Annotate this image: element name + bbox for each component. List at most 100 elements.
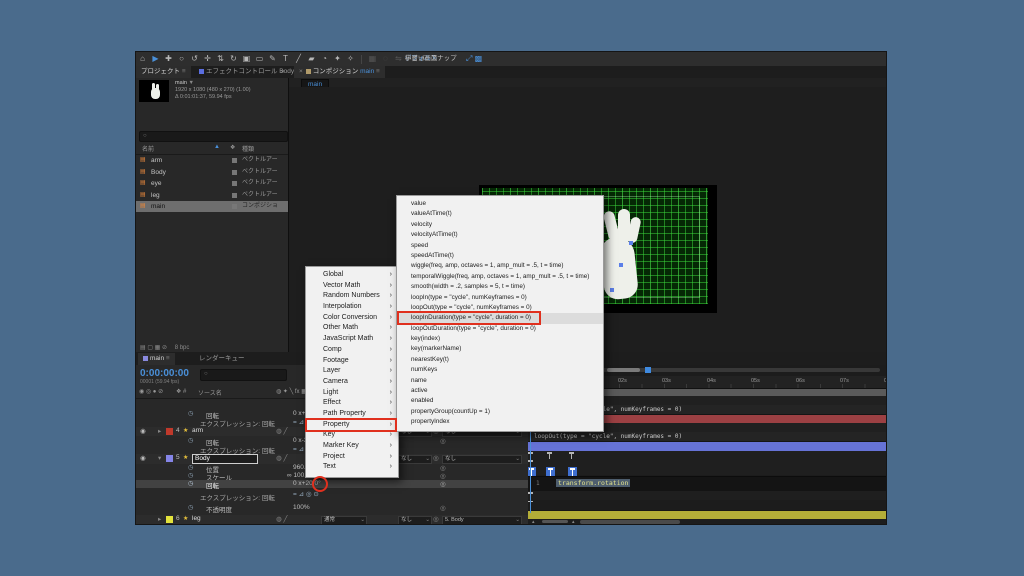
parent-pickwhip-icon[interactable]: ◎ [433, 515, 439, 523]
timeline-nav-thumb[interactable] [607, 368, 640, 372]
parent-dropdown[interactable]: 5. Body [442, 516, 522, 524]
expression-text[interactable]: loopOut(type = "cycle", numKeyframes = 0… [534, 433, 682, 440]
menu-item[interactable]: loopOut(type = "cycle", numKeyframes = 0… [397, 303, 603, 313]
layer-switches[interactable]: ◍ ╱ [276, 515, 287, 523]
tool-icon[interactable]: ✧ [344, 52, 357, 66]
timeline-panel-menu-icon[interactable]: ≡ [166, 355, 170, 362]
layer-switches[interactable]: ◍ ╱ [276, 454, 287, 462]
tool-icon[interactable]: ▶ [149, 52, 162, 66]
menu-item[interactable]: key(markerName) [397, 344, 603, 354]
layer-name-edit-field[interactable]: Body [192, 454, 258, 464]
tab-project[interactable]: プロジェクト ≡ [136, 66, 191, 78]
property-pickwhip-icon[interactable]: ◎ [440, 472, 446, 480]
selected-keyframe-icon[interactable] [546, 467, 555, 476]
tool-icon[interactable]: ✎ [266, 52, 279, 66]
tab-render-queue[interactable]: レンダーキュー [194, 353, 250, 365]
property-pickwhip-icon[interactable]: ◎ [440, 504, 446, 512]
menu-item[interactable]: Marker Key [306, 441, 398, 452]
property-pickwhip-icon[interactable]: ◎ [440, 464, 446, 472]
menu-item[interactable]: Path Property [306, 409, 398, 420]
horizontal-scrollbar-thumb[interactable] [580, 520, 680, 524]
workspace-grid-icon[interactable]: ⤢ ▩ [466, 52, 482, 66]
project-item-row[interactable]: ▤ Body ベクトルアー [136, 167, 288, 178]
twirl-icon[interactable]: ▾ [158, 454, 161, 462]
stopwatch-icon[interactable]: ◷ [188, 437, 193, 444]
stopwatch-icon[interactable]: ◷ [188, 464, 193, 471]
project-item-row[interactable]: ▤ arm ベクトルアー [136, 155, 288, 166]
panel-menu-icon[interactable]: ≡ [182, 68, 186, 75]
eye-icon[interactable]: ◉ [140, 427, 146, 435]
menu-item[interactable]: Interpolation [306, 302, 398, 313]
menu-item[interactable]: wiggle(freq, amp, octaves = 1, amp_mult … [397, 261, 603, 271]
nav-playhead-marker[interactable] [645, 367, 651, 373]
tool-icon[interactable]: ▭ [253, 52, 266, 66]
caret-down-icon[interactable]: ▼ [188, 80, 193, 86]
label-chip[interactable] [232, 181, 237, 186]
tool-icon[interactable]: ✚ [162, 52, 175, 66]
tool-icon[interactable]: ↺ [188, 52, 201, 66]
expression-language-menu-icons[interactable]: = ⊿ ◎ ⊙ [293, 490, 319, 498]
menu-item[interactable]: value [397, 199, 603, 209]
tool-icon[interactable]: ▣ [240, 52, 253, 66]
menu-item[interactable]: Key [306, 430, 398, 441]
menu-item[interactable]: Footage [306, 356, 398, 367]
menu-item[interactable]: Comp [306, 345, 398, 356]
label-column-icon[interactable]: ❖ [230, 144, 235, 151]
layer-row-leg[interactable]: ▸ 6 ★ leg ◍ ╱ 通常 なし ◎ 5. Body [136, 515, 528, 524]
trkmat-dropdown[interactable]: なし [398, 455, 432, 464]
tool-icon[interactable]: ✦ [331, 52, 344, 66]
layer-name[interactable]: leg [192, 515, 201, 522]
property-value[interactable]: 0 x+20.0° [293, 480, 321, 487]
tool-icon[interactable]: ◔ [318, 52, 331, 66]
menu-item[interactable]: Layer [306, 366, 398, 377]
menu-item[interactable]: Text [306, 462, 398, 473]
zoom-out-icon[interactable]: ▴ [532, 519, 535, 524]
label-chip[interactable] [166, 516, 173, 523]
menu-item[interactable]: loopIn(type = "cycle", numKeyframes = 0) [397, 293, 603, 303]
selection-handle[interactable] [629, 241, 633, 245]
menu-item[interactable]: Camera [306, 377, 398, 388]
parent-pickwhip-icon[interactable]: ◎ [433, 454, 439, 462]
menu-item[interactable]: key(index) [397, 334, 603, 344]
bit-depth[interactable]: 8 bpc [175, 345, 190, 351]
stopwatch-icon[interactable]: ◷ [188, 504, 193, 511]
menu-item[interactable]: nearestKey(t) [397, 355, 603, 365]
sort-arrow-icon[interactable]: ▲ [214, 144, 220, 150]
menu-item[interactable]: propertyIndex [397, 417, 603, 427]
tool-icon[interactable]: T [279, 52, 292, 66]
eye-icon[interactable]: ◉ [140, 454, 146, 462]
menu-item[interactable]: Vector Math [306, 281, 398, 292]
menu-item[interactable]: speedAtTime(t) [397, 251, 603, 261]
tool-icon[interactable]: ⇅ [214, 52, 227, 66]
menu-item[interactable]: name [397, 376, 603, 386]
tool-icon[interactable]: ▰ [305, 52, 318, 66]
label-chip[interactable] [166, 455, 173, 462]
menu-item[interactable]: valueAtTime(t) [397, 209, 603, 219]
layer-name[interactable]: arm [192, 427, 203, 434]
property-row-opacity[interactable]: ◷ 不透明度 100% ◎ [136, 504, 528, 512]
menu-item[interactable]: Global [306, 270, 398, 281]
layer-switches[interactable]: ◍ ╱ [276, 427, 287, 435]
tab-overflow-chevron[interactable]: » [276, 66, 290, 78]
selection-handle[interactable] [619, 263, 623, 267]
menu-item[interactable]: Property [306, 420, 398, 431]
label-chip[interactable] [232, 170, 237, 175]
menu-item[interactable]: Project [306, 452, 398, 463]
stopwatch-icon[interactable]: ◷ [188, 480, 193, 487]
col-type[interactable]: 種類 [242, 144, 254, 153]
trkmat-dropdown[interactable]: なし [398, 516, 432, 524]
expression-selected-text[interactable]: transform.rotation [556, 479, 630, 487]
col-name[interactable]: 名前 [142, 144, 154, 153]
twirl-icon[interactable]: ▸ [158, 515, 161, 523]
menu-item[interactable]: velocityAtTime(t) [397, 230, 603, 240]
menu-item[interactable]: propertyGroup(countUp = 1) [397, 407, 603, 417]
twirl-icon[interactable]: ▸ [158, 427, 161, 435]
menu-item[interactable]: loopInDuration(type = "cycle", duration … [397, 313, 603, 323]
tool-icon[interactable]: ╱ [292, 52, 305, 66]
menu-item[interactable]: Light [306, 388, 398, 399]
parent-dropdown[interactable]: なし [442, 455, 522, 464]
tab-timeline-main[interactable]: main ≡ [138, 353, 175, 365]
workspace-tab[interactable]: 小さい画面 [405, 52, 438, 66]
menu-item[interactable]: Color Conversion [306, 313, 398, 324]
tool-icon[interactable]: ↻ [227, 52, 240, 66]
